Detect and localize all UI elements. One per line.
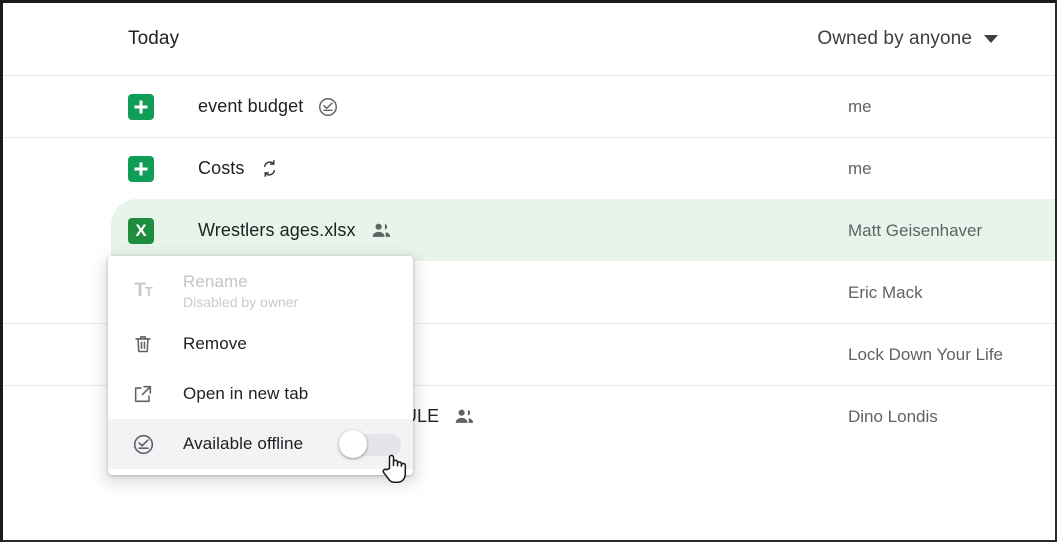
menu-item-label: Available offline <box>183 434 304 454</box>
page-title: Today <box>128 28 180 49</box>
toggle-knob <box>339 430 367 458</box>
menu-item-label: Remove <box>183 334 247 354</box>
menu-item-available-offline[interactable]: Available offline <box>108 419 413 469</box>
trash-icon <box>130 331 156 357</box>
excel-x-glyph: X <box>135 221 147 240</box>
table-row[interactable]: Costs me <box>3 137 1055 199</box>
chevron-down-icon <box>984 35 998 43</box>
table-row[interactable]: event budget me <box>3 75 1055 137</box>
menu-item-label: Open in new tab <box>183 384 309 404</box>
menu-item-open-in-new-tab[interactable]: Open in new tab <box>108 369 413 419</box>
owner-filter-dropdown[interactable]: Owned by anyone <box>815 24 1000 54</box>
list-header: Today Owned by anyone <box>3 3 1055 75</box>
owner-filter-label: Owned by anyone <box>817 28 972 49</box>
shared-people-icon <box>453 405 476 428</box>
menu-item-sublabel: Disabled by owner <box>183 294 299 311</box>
drive-file-list-screen: Today Owned by anyone event budget me Co… <box>0 0 1057 542</box>
menu-item-remove[interactable]: Remove <box>108 319 413 369</box>
file-name: Costs <box>198 158 245 178</box>
shared-people-icon <box>370 219 393 242</box>
excel-xlsx-icon: X <box>128 217 154 244</box>
owner-name: Dino Londis <box>848 406 938 426</box>
owner-name: Lock Down Your Life <box>848 344 1003 364</box>
table-row-selected[interactable]: X Wrestlers ages.xlsx Matt Geisenhaver <box>111 199 1055 261</box>
owner-name: me <box>848 158 872 178</box>
available-offline-icon <box>130 431 156 457</box>
google-sheets-icon <box>128 155 154 182</box>
file-context-menu: TT Rename Disabled by owner Remove Open … <box>108 256 413 475</box>
available-offline-icon <box>317 96 339 118</box>
owner-name: Eric Mack <box>848 282 923 302</box>
text-format-icon: TT <box>134 280 153 301</box>
owner-name: Matt Geisenhaver <box>848 220 983 240</box>
menu-item-label: Rename <box>183 271 248 291</box>
sync-icon <box>259 158 280 179</box>
file-name: Wrestlers ages.xlsx <box>198 220 356 240</box>
file-name: event budget <box>198 96 304 116</box>
owner-name: me <box>848 96 872 116</box>
available-offline-toggle[interactable] <box>339 430 401 458</box>
google-sheets-icon <box>128 93 154 120</box>
menu-item-rename: TT Rename Disabled by owner <box>108 263 413 319</box>
open-in-new-icon <box>130 381 156 407</box>
